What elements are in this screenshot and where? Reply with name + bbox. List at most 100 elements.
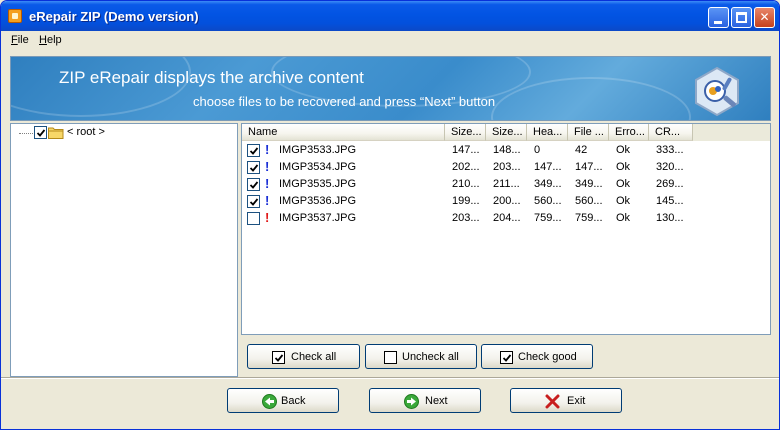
checked-box-icon bbox=[500, 351, 513, 364]
file-crc-cell: 320... bbox=[656, 161, 684, 173]
minimize-icon bbox=[714, 21, 722, 24]
back-arrow-icon bbox=[262, 394, 277, 409]
file-size1-cell: 202... bbox=[452, 161, 480, 173]
menu-file[interactable]: File bbox=[11, 34, 29, 46]
checkmark-icon bbox=[249, 198, 259, 206]
checkmark-icon bbox=[36, 129, 46, 137]
minimize-button[interactable] bbox=[708, 7, 729, 28]
file-file-cell: 42 bbox=[575, 144, 588, 156]
checked-box-icon bbox=[272, 351, 285, 364]
file-checkbox[interactable] bbox=[247, 144, 260, 157]
file-hea-cell: 560... bbox=[534, 195, 562, 207]
file-file-cell: 759... bbox=[575, 212, 603, 224]
root-checkbox[interactable] bbox=[34, 126, 47, 139]
file-checkbox[interactable] bbox=[247, 178, 260, 191]
next-button[interactable]: Next bbox=[369, 388, 481, 413]
table-row[interactable]: ! IMGP3537.JPG 203... 204... 759... 759... Ok 1… bbox=[242, 210, 770, 227]
tree-connector bbox=[19, 133, 35, 134]
list-header: Name Size... Size... Hea... File ... Err… bbox=[242, 124, 770, 141]
file-size2-cell: 148... bbox=[493, 144, 521, 156]
table-row[interactable]: ! IMGP3533.JPG 147... 148... 0 42 Ok 333... bbox=[242, 142, 770, 159]
file-size1-cell: 203... bbox=[452, 212, 480, 224]
tree-root-label[interactable]: < root > bbox=[67, 126, 105, 138]
column-header-errors[interactable]: Erro... bbox=[609, 124, 649, 141]
file-list[interactable]: Name Size... Size... Hea... File ... Err… bbox=[241, 123, 771, 335]
checkmark-icon bbox=[249, 147, 259, 155]
file-checkbox[interactable] bbox=[247, 161, 260, 174]
file-checkbox[interactable] bbox=[247, 195, 260, 208]
next-arrow-icon bbox=[404, 394, 419, 409]
file-checkbox[interactable] bbox=[247, 212, 260, 225]
status-ok-icon: ! bbox=[265, 142, 270, 157]
checkmark-icon bbox=[249, 164, 259, 172]
check-all-button[interactable]: Check all bbox=[247, 344, 360, 369]
menu-file-label: ile bbox=[17, 34, 29, 46]
close-button[interactable]: ✕ bbox=[754, 7, 775, 28]
back-label: Back bbox=[281, 395, 306, 407]
uncheck-all-label: Uncheck all bbox=[402, 351, 459, 363]
menu-file-hotkey: F bbox=[11, 34, 18, 46]
bottom-separator bbox=[1, 377, 779, 379]
banner-subtitle: choose files to be recovered and press “… bbox=[193, 94, 496, 109]
app-icon[interactable] bbox=[8, 9, 22, 23]
file-name-cell: IMGP3533.JPG bbox=[279, 144, 357, 156]
file-crc-cell: 269... bbox=[656, 178, 684, 190]
maximize-icon bbox=[736, 12, 747, 23]
maximize-button[interactable] bbox=[731, 7, 752, 28]
exit-label: Exit bbox=[567, 395, 586, 407]
file-err-cell: Ok bbox=[616, 161, 631, 173]
file-size2-cell: 211... bbox=[493, 178, 520, 190]
checkmark-icon bbox=[274, 354, 284, 362]
menu-help-hotkey: H bbox=[39, 34, 47, 46]
exit-x-icon bbox=[545, 394, 560, 409]
column-header-size-unpacked[interactable]: Size... bbox=[486, 124, 527, 141]
checkmark-icon bbox=[249, 181, 259, 189]
file-file-cell: 349... bbox=[575, 178, 603, 190]
file-size2-cell: 200... bbox=[493, 195, 521, 207]
file-crc-cell: 333... bbox=[656, 144, 684, 156]
status-warning-icon: ! bbox=[265, 210, 270, 225]
file-hea-cell: 349... bbox=[534, 178, 562, 190]
file-hea-cell: 0 bbox=[534, 144, 541, 156]
file-size1-cell: 210... bbox=[452, 178, 480, 190]
folder-tree[interactable]: < root > bbox=[10, 123, 238, 377]
file-file-cell: 560... bbox=[575, 195, 603, 207]
column-header-file-offset[interactable]: File ... bbox=[568, 124, 609, 141]
column-header-header-offset[interactable]: Hea... bbox=[527, 124, 568, 141]
file-file-cell: 147... bbox=[575, 161, 603, 173]
column-header-size-packed[interactable]: Size... bbox=[445, 124, 486, 141]
window-title: eRepair ZIP (Demo version) bbox=[29, 9, 199, 24]
file-size2-cell: 203... bbox=[493, 161, 521, 173]
table-row[interactable]: ! IMGP3536.JPG 199... 200... 560... 560... Ok 1… bbox=[242, 193, 770, 210]
menu-help[interactable]: Help bbox=[39, 34, 62, 46]
file-err-cell: Ok bbox=[616, 178, 631, 190]
table-row[interactable]: ! IMGP3534.JPG 202... 203... 147... 147... Ok 3… bbox=[242, 159, 770, 176]
file-name-cell: IMGP3536.JPG bbox=[279, 195, 357, 207]
unchecked-box-icon bbox=[384, 351, 397, 364]
file-err-cell: Ok bbox=[616, 195, 631, 207]
check-good-button[interactable]: Check good bbox=[481, 344, 593, 369]
check-all-label: Check all bbox=[291, 351, 337, 363]
file-crc-cell: 145... bbox=[656, 195, 684, 207]
file-name-cell: IMGP3535.JPG bbox=[279, 178, 357, 190]
back-button[interactable]: Back bbox=[227, 388, 339, 413]
title-bar[interactable]: eRepair ZIP (Demo version) ✕ bbox=[1, 1, 779, 31]
column-header-crc[interactable]: CR... bbox=[649, 124, 693, 141]
file-crc-cell: 130... bbox=[656, 212, 684, 224]
file-name-cell: IMGP3537.JPG bbox=[279, 212, 357, 224]
status-ok-icon: ! bbox=[265, 193, 270, 208]
table-row[interactable]: ! IMGP3535.JPG 210... 211... 349... 349... Ok 2… bbox=[242, 176, 770, 193]
status-ok-icon: ! bbox=[265, 159, 270, 174]
check-good-label: Check good bbox=[518, 351, 577, 363]
erepair-logo-icon bbox=[695, 66, 739, 117]
file-hea-cell: 147... bbox=[534, 161, 562, 173]
next-label: Next bbox=[425, 395, 448, 407]
exit-button[interactable]: Exit bbox=[510, 388, 622, 413]
uncheck-all-button[interactable]: Uncheck all bbox=[365, 344, 477, 369]
column-header-name[interactable]: Name bbox=[242, 124, 445, 141]
app-window: eRepair ZIP (Demo version) ✕ File Help Z… bbox=[0, 0, 780, 430]
menu-help-label: elp bbox=[46, 34, 62, 46]
file-name-cell: IMGP3534.JPG bbox=[279, 161, 357, 173]
menu-bar: File Help bbox=[1, 31, 779, 51]
close-icon: ✕ bbox=[759, 10, 770, 24]
